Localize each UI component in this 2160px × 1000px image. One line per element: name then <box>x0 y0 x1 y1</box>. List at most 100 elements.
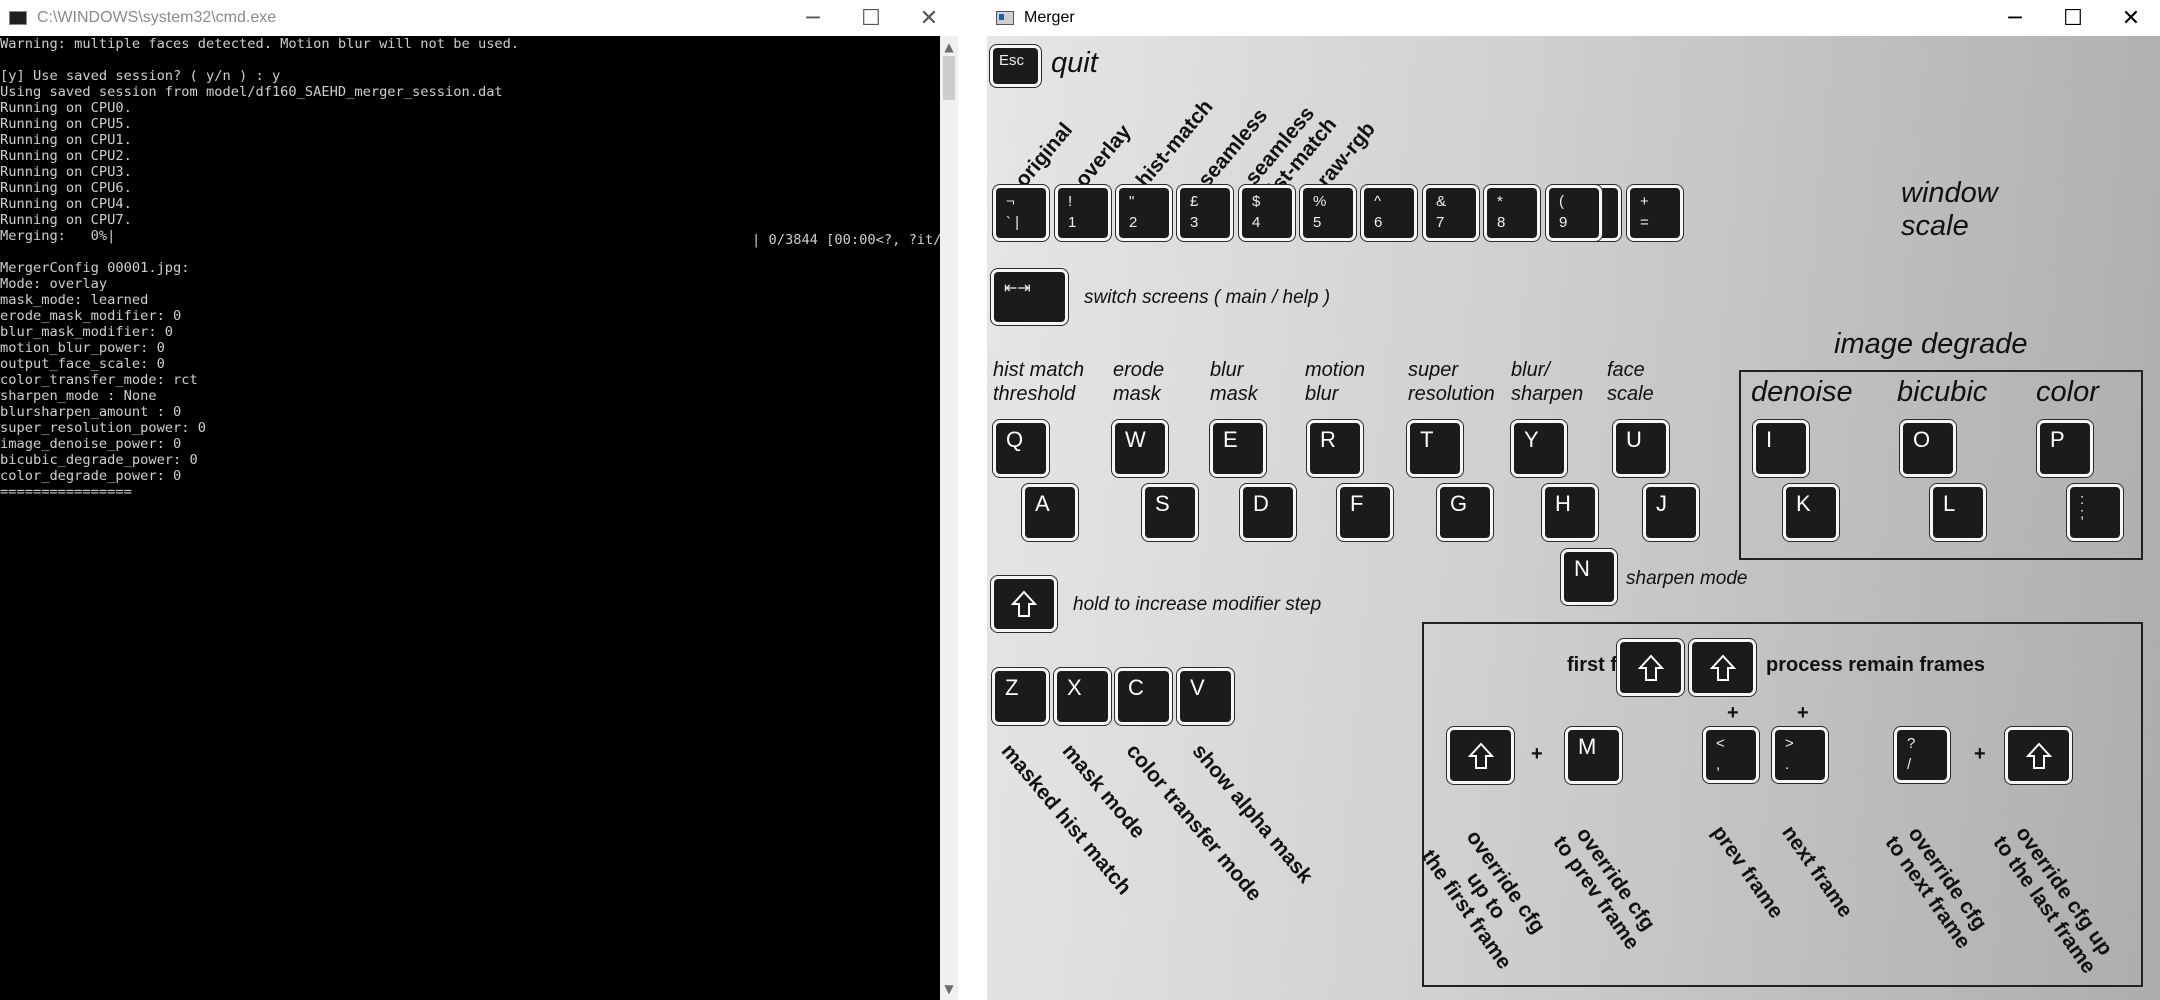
key-d[interactable]: D <box>1240 484 1296 541</box>
scroll-down-icon[interactable]: ▼ <box>940 982 958 996</box>
modifier-step-label: hold to increase modifier step <box>1073 594 1322 615</box>
key-c[interactable]: C <box>1115 668 1172 725</box>
mode-label-original: original <box>1010 118 1078 192</box>
shift-icon <box>1467 742 1494 769</box>
console-line: Warning: multiple faces detected. Motion… <box>0 36 520 52</box>
console-line: MergerConfig 00001.jpg: <box>0 260 190 276</box>
key-x[interactable]: X <box>1054 668 1111 725</box>
console-line: Using saved session from model/df160_SAE… <box>0 84 503 100</box>
minimize-button[interactable]: ─ <box>784 0 842 36</box>
key-p[interactable]: P <box>2037 420 2093 477</box>
key-z[interactable]: Z <box>992 668 1049 725</box>
key-semicolon[interactable]: : ; <box>2067 484 2123 541</box>
period-key[interactable]: > . <box>1772 727 1828 783</box>
scroll-up-icon[interactable]: ▲ <box>940 40 958 54</box>
key-w[interactable]: W <box>1112 420 1168 477</box>
console-line: Running on CPU1. <box>0 132 132 148</box>
number-key-7[interactable]: & 7 <box>1423 185 1479 241</box>
tab-key[interactable]: ⇤⇥ <box>991 269 1068 325</box>
console-scrollbar[interactable]: ▲ ▼ <box>940 36 958 1000</box>
shift-key-first[interactable] <box>1617 639 1684 696</box>
number-key-6[interactable]: ^ 6 <box>1361 185 1417 241</box>
key-g[interactable]: G <box>1437 484 1493 541</box>
key-e[interactable]: E <box>1210 420 1266 477</box>
console-line: Running on CPU4. <box>0 196 132 212</box>
n-key[interactable]: N <box>1561 549 1617 605</box>
close-button[interactable]: ✕ <box>2102 0 2160 36</box>
shift-icon <box>1709 654 1736 681</box>
shift-key-process[interactable] <box>1689 639 1756 696</box>
shift-key-override-last[interactable] <box>2005 727 2072 784</box>
param-label: face scale <box>1607 359 1654 405</box>
number-key-8[interactable]: * 8 <box>1484 185 1540 241</box>
console-line: image_denoise_power: 0 <box>0 436 182 452</box>
plus-key[interactable]: + = <box>1627 185 1683 241</box>
merger-titlebar[interactable]: Merger ─ ☐ ✕ <box>987 0 2160 36</box>
key-o[interactable]: O <box>1900 420 1956 477</box>
key-h[interactable]: H <box>1542 484 1598 541</box>
plus-sign: + <box>1974 743 1986 765</box>
param-label: blur mask <box>1210 359 1258 405</box>
merger-app-icon <box>996 11 1014 25</box>
param-label: motion blur <box>1305 359 1366 405</box>
cmd-titlebar[interactable]: C:\WINDOWS\system32\cmd.exe ─ ☐ ✕ <box>0 0 958 36</box>
console-line: Running on CPU5. <box>0 116 132 132</box>
console-line: Running on CPU7. <box>0 212 132 228</box>
plus-sign: + <box>1531 743 1543 765</box>
maximize-button[interactable]: ☐ <box>2044 0 2102 36</box>
key-i[interactable]: I <box>1753 420 1809 477</box>
merge-progress-text: | 0/3844 [00:00<?, ?it/s] <box>752 232 958 248</box>
key-l[interactable]: L <box>1930 484 1986 541</box>
desktop-gap <box>958 0 987 1000</box>
param-label: blur/ sharpen <box>1511 359 1584 405</box>
number-key-4[interactable]: $4 <box>1239 185 1295 241</box>
number-key-1[interactable]: ! 1 <box>1055 185 1111 241</box>
color-label: color <box>2036 376 2099 408</box>
scroll-thumb[interactable] <box>943 56 955 100</box>
shift-key[interactable] <box>991 576 1057 632</box>
sharpen-mode-label: sharpen mode <box>1626 568 1748 589</box>
tab-icon: ⇤⇥ <box>1004 280 1031 297</box>
key-u[interactable]: U <box>1613 420 1669 477</box>
key-y[interactable]: Y <box>1511 420 1567 477</box>
param-label: erode mask <box>1113 359 1165 405</box>
number-key-2[interactable]: " 2 <box>1116 185 1172 241</box>
slash-key[interactable]: ? / <box>1894 727 1950 783</box>
maximize-button[interactable]: ☐ <box>842 0 900 36</box>
key-a[interactable]: A <box>1022 484 1078 541</box>
esc-key[interactable]: Esc <box>990 45 1041 87</box>
key-k[interactable]: K <box>1783 484 1839 541</box>
key-f[interactable]: F <box>1337 484 1393 541</box>
cmd-title: C:\WINDOWS\system32\cmd.exe <box>37 9 277 26</box>
console-line: output_face_scale: 0 <box>0 356 165 372</box>
console-line: color_transfer_mode: rct <box>0 372 198 388</box>
key-r[interactable]: R <box>1307 420 1363 477</box>
cmd-window: C:\WINDOWS\system32\cmd.exe ─ ☐ ✕ Warnin… <box>0 0 958 1000</box>
number-key-3[interactable]: £3 <box>1177 185 1233 241</box>
key-t[interactable]: T <box>1407 420 1463 477</box>
console-line: super_resolution_power: 0 <box>0 420 207 436</box>
plus-sign: + <box>1797 702 1809 724</box>
shift-key-override-first[interactable] <box>1447 727 1514 784</box>
key-s[interactable]: S <box>1142 484 1198 541</box>
console-line: Mode: overlay <box>0 276 108 292</box>
minimize-button[interactable]: ─ <box>1986 0 2044 36</box>
denoise-label: denoise <box>1751 376 1853 408</box>
console-output[interactable]: Warning: multiple faces detected. Motion… <box>0 36 958 1000</box>
key-v[interactable]: V <box>1177 668 1234 725</box>
key-q[interactable]: Q <box>993 420 1049 477</box>
label-show-alpha-mask: show alpha mask <box>1187 739 1318 888</box>
number-key-9[interactable]: (9 <box>1546 185 1602 241</box>
number-key-0[interactable]: ¬ ` | <box>993 185 1049 241</box>
merger-title: Merger <box>1024 9 1075 26</box>
key-j[interactable]: J <box>1643 484 1699 541</box>
m-key[interactable]: M <box>1565 727 1622 784</box>
quit-label: quit <box>1051 47 1098 79</box>
comma-key[interactable]: < , <box>1703 727 1759 783</box>
number-key-5[interactable]: % 5 <box>1300 185 1356 241</box>
console-line: Running on CPU2. <box>0 148 132 164</box>
param-label: super resolution <box>1408 359 1495 405</box>
close-button[interactable]: ✕ <box>900 0 958 36</box>
console-line: bicubic_degrade_power: 0 <box>0 452 198 468</box>
console-line: mask_mode: learned <box>0 292 149 308</box>
